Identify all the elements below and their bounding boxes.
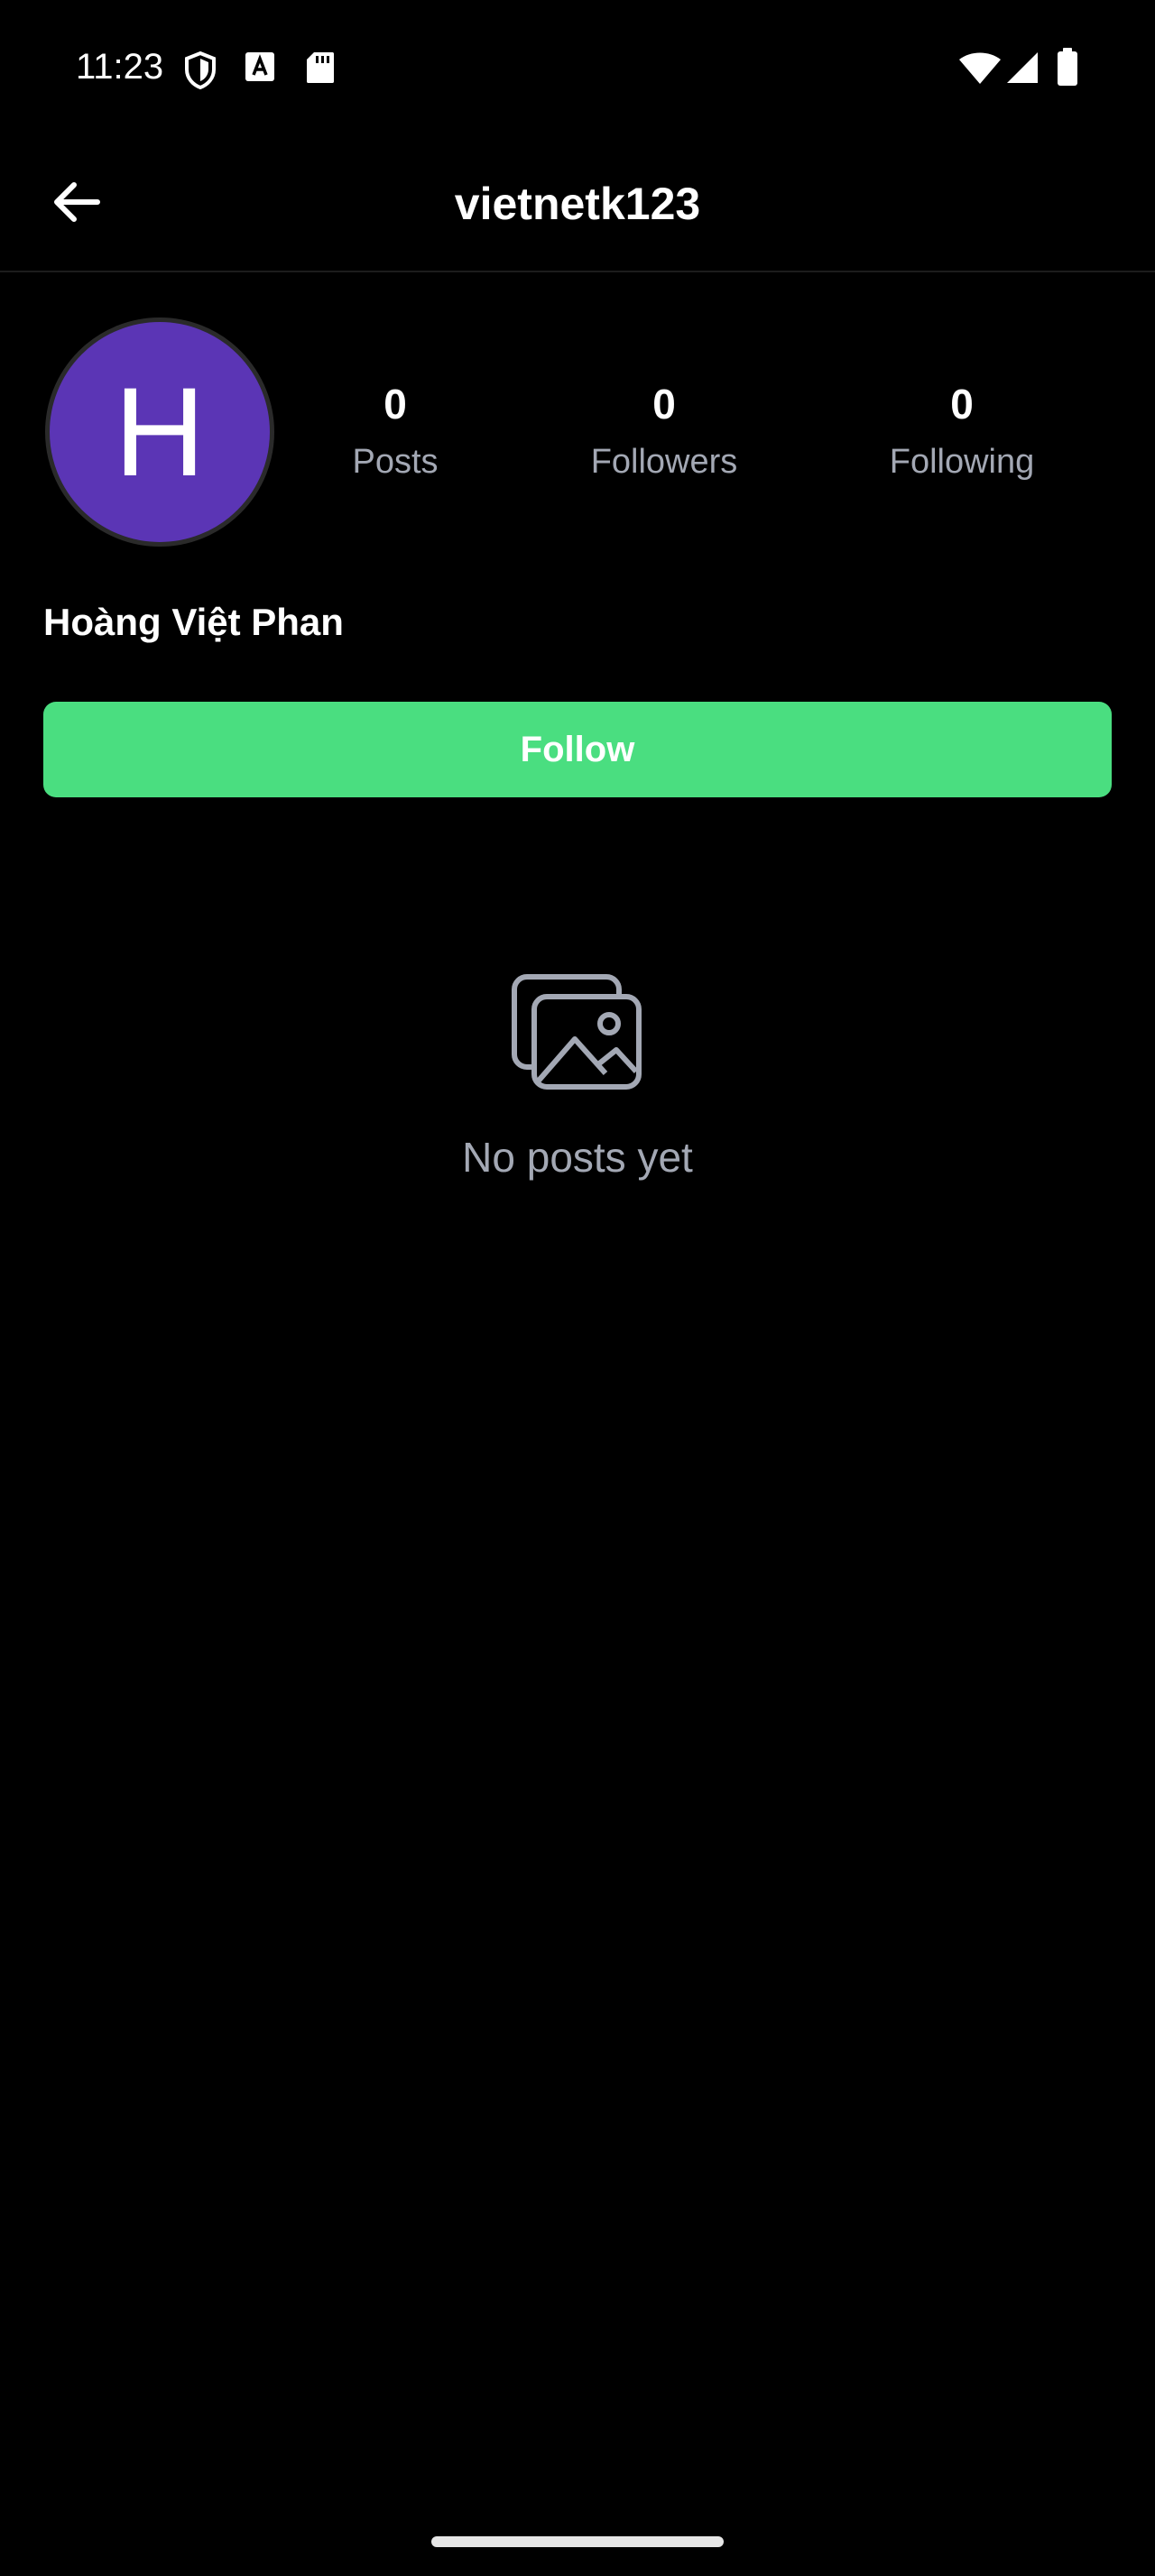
home-indicator[interactable] bbox=[431, 2536, 724, 2547]
images-icon bbox=[512, 974, 643, 1091]
page-title: vietnetk123 bbox=[454, 179, 701, 229]
follow-button[interactable]: Follow bbox=[43, 702, 1112, 797]
display-name: Hoàng Việt Phan bbox=[43, 601, 344, 643]
avatar-initial: H bbox=[114, 361, 206, 502]
stat-posts-label: Posts bbox=[352, 443, 439, 481]
status-bar: 11:23 bbox=[0, 0, 1155, 135]
stat-following[interactable]: 0 Following bbox=[845, 379, 1079, 482]
top-app-bar: vietnetk123 bbox=[0, 135, 1155, 272]
empty-posts-state: No posts yet bbox=[0, 974, 1155, 1182]
stat-followers-label: Followers bbox=[590, 443, 738, 481]
cell-signal-icon bbox=[1005, 51, 1040, 89]
stat-posts[interactable]: 0 Posts bbox=[278, 379, 513, 482]
stat-posts-value: 0 bbox=[383, 381, 407, 428]
sd-card-icon bbox=[305, 51, 336, 89]
shield-icon bbox=[182, 51, 218, 95]
stat-following-value: 0 bbox=[950, 381, 974, 428]
profile-screen: 11:23 vietnetk123 H 0 Posts 0 Followers … bbox=[0, 0, 1155, 2576]
wifi-icon bbox=[958, 52, 1002, 89]
avatar: H bbox=[45, 317, 274, 547]
stat-followers-value: 0 bbox=[652, 381, 676, 428]
stat-following-label: Following bbox=[889, 443, 1035, 481]
status-time: 11:23 bbox=[76, 47, 164, 87]
font-a-icon bbox=[244, 51, 276, 87]
battery-icon bbox=[1056, 47, 1079, 91]
empty-posts-text: No posts yet bbox=[462, 1134, 693, 1181]
stat-followers[interactable]: 0 Followers bbox=[547, 379, 781, 482]
